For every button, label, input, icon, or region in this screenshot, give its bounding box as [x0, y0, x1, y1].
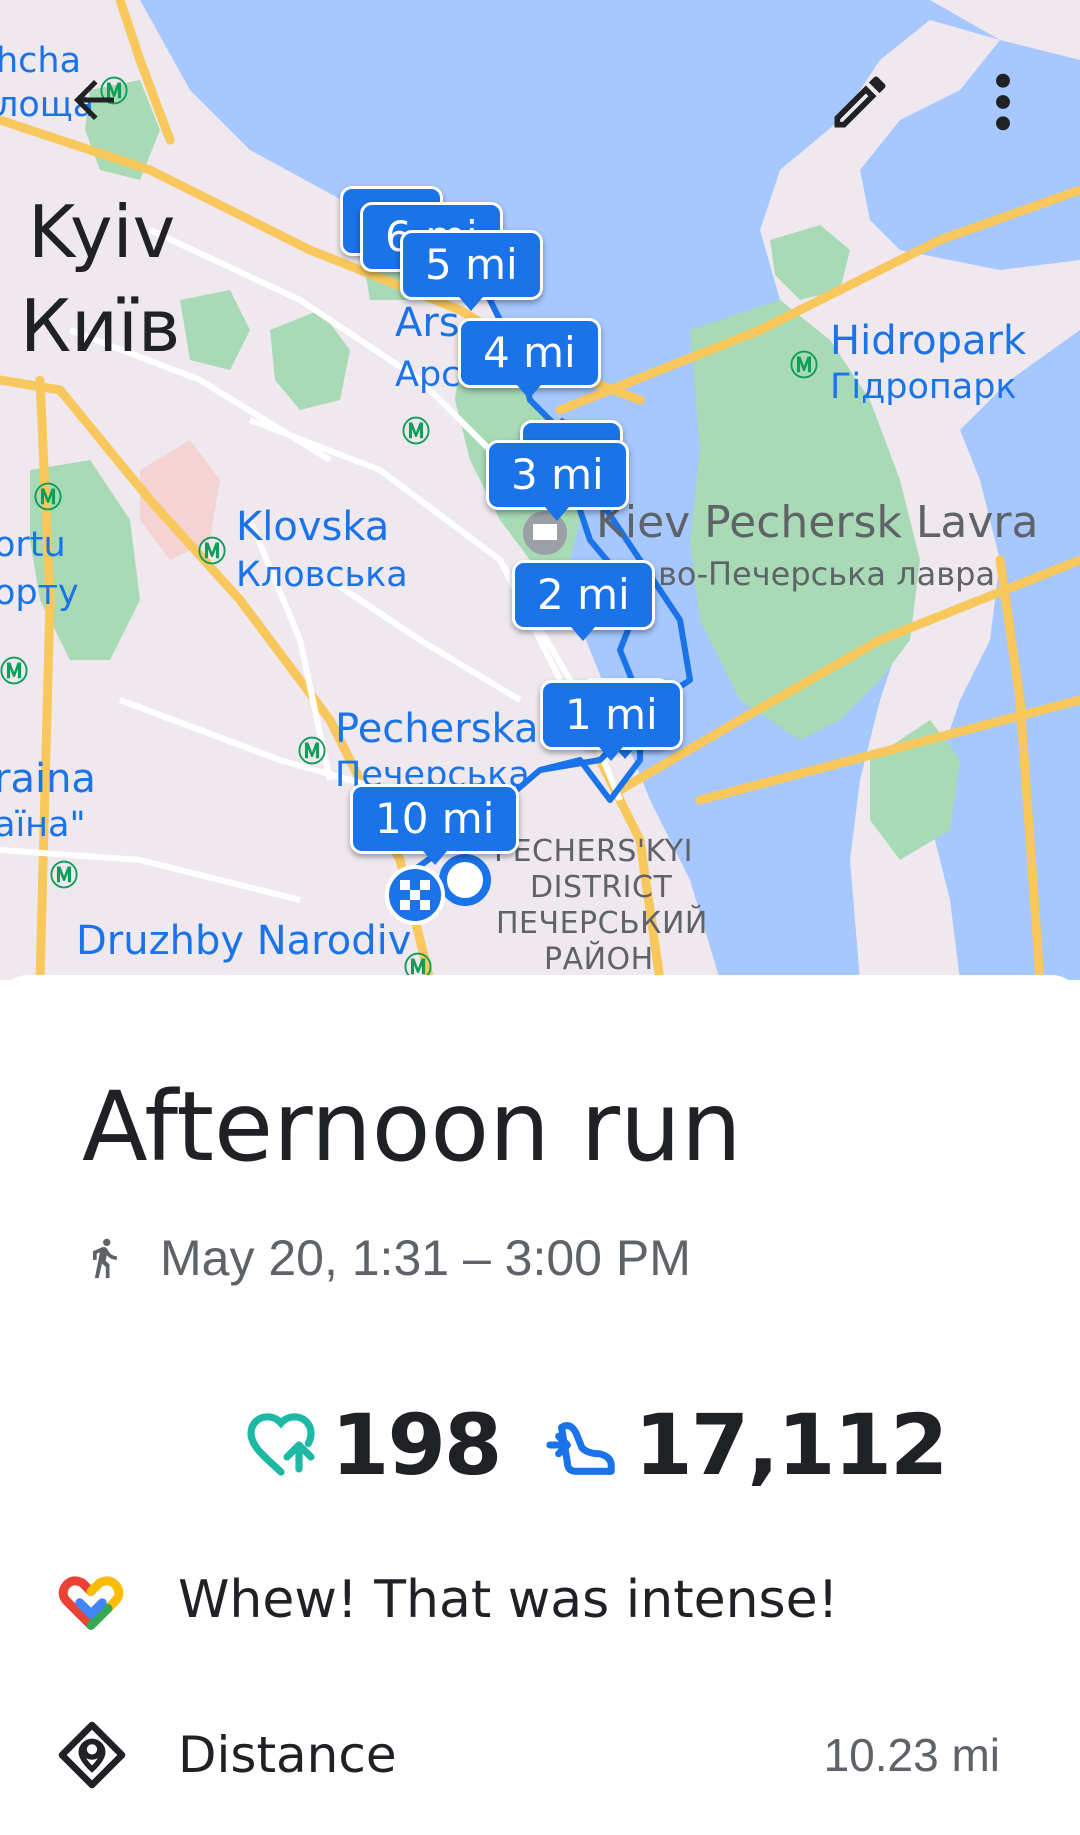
distance-icon [58, 1721, 126, 1789]
mile-marker-2[interactable]: 2 mi [512, 560, 655, 641]
arrow-back-icon [74, 80, 114, 120]
map-label-klovska-en: Klovska [236, 504, 390, 550]
map-label-hidropark-uk: Гідропарк [830, 367, 1017, 407]
map-label-klovska-uk: Кловська [236, 555, 408, 595]
map-label-pecherska-en: Pecherska [335, 706, 539, 752]
district-label-3: ПЕЧЕРСЬКИЙ [496, 906, 708, 941]
map-label-hidropark-en: Hidropark [830, 318, 1027, 364]
map-label-left-a: ortu [0, 525, 66, 565]
metro-icon: Ⓜ [790, 349, 819, 382]
map-label-arsenalna-en: Ars [395, 300, 460, 346]
map-label-arsenalna-uk: Арс [395, 355, 461, 395]
edit-button[interactable] [818, 60, 902, 144]
distance-row[interactable]: Distance 10.23 mi [56, 1715, 1000, 1795]
map-label-left-b: орту [0, 573, 79, 613]
activity-note: Whew! That was intense! [178, 1570, 839, 1630]
back-button[interactable] [56, 62, 132, 138]
metro-icon: Ⓜ [298, 735, 327, 768]
mile-marker-1[interactable]: 1 mi [540, 680, 683, 761]
running-icon [93, 1238, 117, 1279]
city-label-en: Kyiv [28, 190, 176, 274]
activity-datetime-row: May 20, 1:31 – 3:00 PM [82, 1228, 691, 1288]
activity-title[interactable]: Afternoon run [82, 1072, 742, 1182]
map-label-lavra-en: Kiev Pechersk Lavra [596, 497, 1039, 548]
route-map[interactable]: hcha лоща Kyiv Київ Ars Арс Hidropark Гі… [0, 0, 1080, 980]
metro-icon: Ⓜ [34, 481, 63, 514]
map-label-left-d: аїна" [0, 805, 86, 845]
steps-value: 17,112 [634, 1396, 948, 1494]
heart-points-value: 198 [331, 1396, 502, 1494]
district-label-4: РАЙОН [544, 942, 654, 977]
more-vert-icon [996, 73, 1010, 131]
city-label-uk: Київ [20, 284, 181, 368]
steps-icon [546, 1422, 616, 1475]
metro-icon: Ⓜ [0, 655, 29, 688]
metro-icon: Ⓜ [50, 859, 79, 892]
district-label-2: DISTRICT [530, 870, 673, 905]
pencil-icon [834, 76, 886, 128]
district-label-1: PECHERS'KYI [494, 834, 693, 869]
activity-note-row[interactable]: Whew! That was intense! [56, 1560, 838, 1640]
distance-label: Distance [178, 1726, 397, 1784]
google-fit-icon [58, 1576, 124, 1630]
map-label-druzhby: Druzhby Narodiv [76, 918, 412, 964]
mile-marker-4[interactable]: 4 mi [458, 318, 601, 399]
map-label-lavra-uk: во-Печерська лавра [658, 555, 996, 593]
map-label-left-c: raina [0, 756, 96, 802]
activity-datetime: May 20, 1:31 – 3:00 PM [160, 1230, 691, 1286]
mile-marker-5[interactable]: 5 mi [400, 230, 543, 311]
metro-icon: Ⓜ [402, 415, 431, 448]
distance-value: 10.23 mi [823, 1729, 1000, 1781]
metro-icon: Ⓜ [198, 535, 227, 568]
mile-marker-3[interactable]: 3 mi [486, 440, 629, 521]
heart-points-icon [247, 1413, 315, 1476]
mile-marker-10[interactable]: 10 mi [350, 784, 520, 865]
more-options-button[interactable] [968, 60, 1038, 144]
activity-stats: 198 17,112 [245, 1395, 949, 1495]
